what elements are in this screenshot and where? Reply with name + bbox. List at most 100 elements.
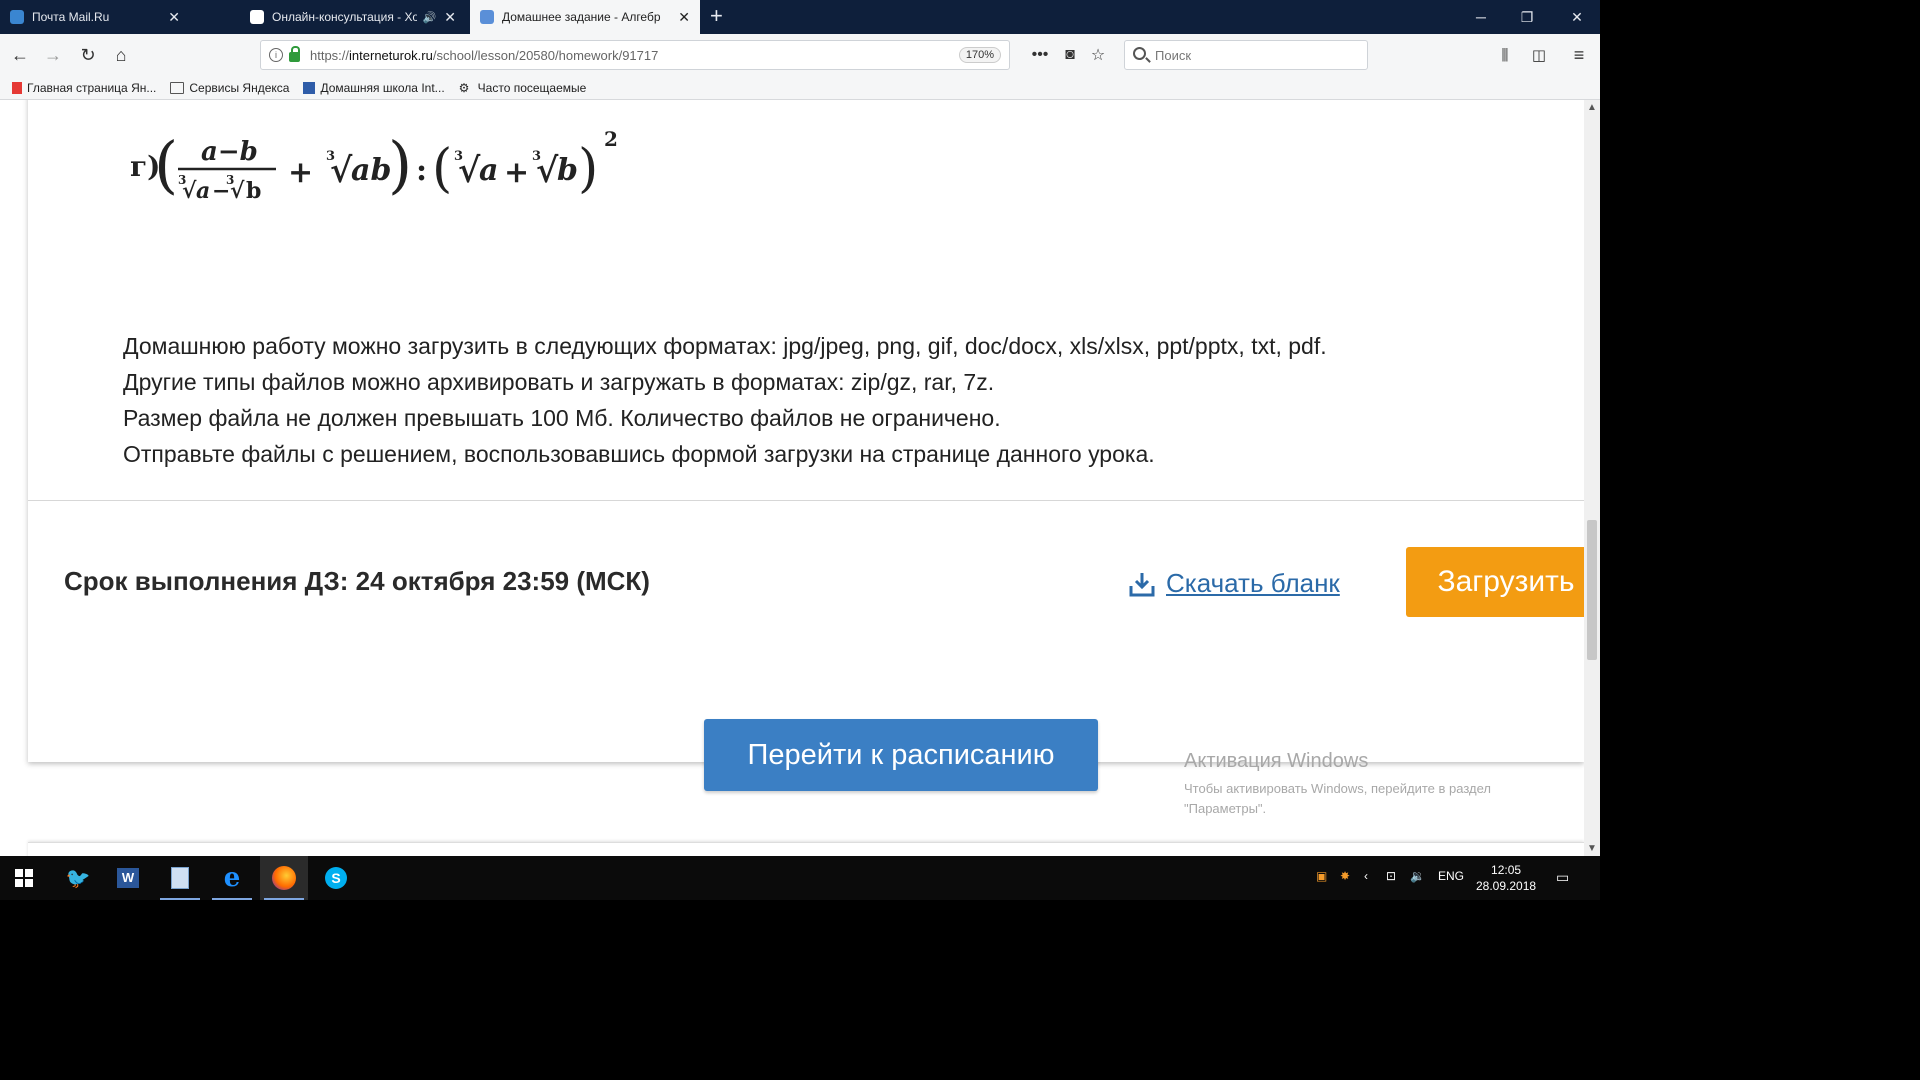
network-icon[interactable]: ⊡ [1386,869,1396,883]
ie-icon: e [223,863,241,893]
taskbar-app-skype[interactable]: S [312,856,360,900]
next-card-edge [28,842,1584,856]
tray-app-icon[interactable]: ▣ [1316,869,1327,883]
page-icon [480,10,494,24]
back-icon[interactable]: ← [5,40,35,70]
rule-line: Размер файла не должен превышать 100 Мб.… [123,405,1001,431]
folder-icon [170,81,185,94]
taskbar: 🐦 W e S ▣ ✸ ‹ ⊡ 🔉 ENG 12:05 28.09.2018 ▭ [0,856,1600,900]
clock-time: 12:05 [1491,863,1522,877]
page-icon [250,10,264,24]
yandex-icon [12,81,22,94]
clock-date: 28.09.2018 [1476,879,1537,893]
page-content: г) ( a−b 3 √ a − 3 √ b + 3 √ ab ) : ( 3 … [0,100,1600,856]
tab-title: Домашнее задание - Алгебр [502,10,661,24]
bookmark-yandex[interactable]: Главная страница Ян... [12,81,156,95]
bird-icon: 🐦 [65,867,91,890]
more-actions-icon[interactable]: ••• [1026,40,1054,70]
radicand-ab: ab [351,153,391,188]
activation-title: Активация Windows [1184,750,1369,772]
speaker-icon[interactable]: 🔊 [423,11,437,24]
taskbar-app-ie[interactable]: e [208,856,256,900]
upload-button[interactable]: Загрузить [1406,547,1600,617]
scroll-down-icon[interactable]: ▼ [1587,843,1597,854]
bookmark-icon [303,81,316,94]
star-icon[interactable]: ☆ [1084,40,1112,70]
scroll-up-icon[interactable]: ▲ [1587,102,1597,113]
left-paren: ( [432,139,452,199]
url-host: interneturok.ru [349,47,433,63]
notifications-icon[interactable]: ▭ [1556,869,1569,886]
windows-icon [15,869,33,887]
gear-icon: ⚙ [458,80,470,95]
reload-icon[interactable]: ↻ [73,40,103,70]
mail-icon [10,10,24,24]
tray-app-icon[interactable]: ✸ [1340,869,1350,883]
taskbar-app-firefox[interactable] [260,856,308,900]
tab-consultation[interactable]: Онлайн-консультация - Хо 🔊 ✕ [240,0,466,34]
schedule-button[interactable]: Перейти к расписанию [704,719,1098,791]
radical-sign: √ [330,151,353,191]
restore-icon[interactable]: ❐ [1504,0,1550,34]
page-scrollbar[interactable]: ▲ ▼ [1584,100,1600,856]
task-formula: г) ( a−b 3 √ a − 3 √ b + 3 √ ab ) : ( 3 … [130,127,618,204]
colon-sign: : [416,153,427,188]
zoom-indicator[interactable]: 170% [958,47,1001,63]
sidebar-icon[interactable]: ◫ [1524,40,1554,70]
volume-icon[interactable]: 🔉 [1410,869,1425,883]
pocket-icon[interactable]: ◙ [1056,40,1084,70]
tab-mail[interactable]: Почта Mail.Ru ✕ [0,0,190,34]
minimize-icon[interactable]: ─ [1458,0,1504,34]
home-icon[interactable]: ⌂ [106,40,136,70]
radicand-a: a [479,153,498,188]
download-icon [1129,572,1155,596]
right-paren: ) [388,128,412,201]
lock-icon [289,46,300,62]
forward-icon[interactable]: → [38,40,68,70]
close-icon[interactable]: ✕ [444,9,456,26]
download-label[interactable]: Скачать бланк [1166,568,1340,599]
word-icon: W [117,868,139,888]
activation-text: Чтобы активировать Windows, перейдите в … [1184,781,1491,816]
bookmarks-bar: Главная страница Ян... Сервисы Яндекса Д… [0,76,1600,100]
rule-line: Домашнюю работу можно загрузить в следую… [123,333,1327,359]
scrollbar-thumb[interactable] [1587,520,1597,660]
bookmark-most-visited[interactable]: ⚙ Часто посещаемые [459,81,587,95]
left-paren: ( [154,128,178,201]
radical-sign: √ [536,151,559,191]
taskbar-app-notepad[interactable] [156,856,204,900]
tab-homework[interactable]: Домашнее задание - Алгебр ✕ [470,0,700,34]
divider [28,500,1584,501]
taskbar-app-word[interactable]: W [104,856,152,900]
radical-sign: √ [182,178,197,204]
language-indicator[interactable]: ENG [1438,869,1464,883]
radical-sign: √ [230,178,245,204]
firefox-icon [272,866,296,890]
close-icon[interactable]: ✕ [678,9,690,26]
close-icon[interactable]: ✕ [168,9,180,26]
tray-expand-icon[interactable]: ‹ [1364,869,1368,883]
address-bar[interactable]: i https://interneturok.ru/school/lesson/… [260,40,1010,70]
plus-sign: + [504,155,529,190]
notepad-icon [171,867,189,889]
search-input[interactable]: Поиск [1124,40,1368,70]
start-button[interactable] [0,856,48,900]
url-path: /school/lesson/20580/homework/91717 [432,47,659,63]
exponent: 2 [604,127,618,151]
download-form-link[interactable]: Скачать бланк [1128,568,1340,599]
radical-sign: √ [458,151,481,191]
library-icon[interactable]: ⫼ [1490,40,1520,70]
activation-watermark: Активация Windows Чтобы активировать Win… [1184,750,1564,819]
taskbar-app-bird[interactable]: 🐦 [54,856,102,900]
close-window-icon[interactable]: ✕ [1554,0,1600,34]
deadline-text: Срок выполнения ДЗ: 24 октября 23:59 (МС… [64,566,650,596]
new-tab-button[interactable]: + [710,3,723,29]
bookmark-yandex-services[interactable]: Сервисы Яндекса [170,81,289,95]
menu-icon[interactable]: ≡ [1564,40,1594,70]
bookmark-home-school[interactable]: Домашняя школа Int... [303,80,445,95]
tab-title: Онлайн-консультация - Хо [272,10,417,24]
info-icon[interactable]: i [269,48,283,62]
clock[interactable]: 12:05 28.09.2018 [1476,862,1536,894]
bookmark-label: Домашняя школа Int... [320,80,445,95]
nav-bar: ← → ↻ ⌂ i https://interneturok.ru/school… [0,34,1600,76]
